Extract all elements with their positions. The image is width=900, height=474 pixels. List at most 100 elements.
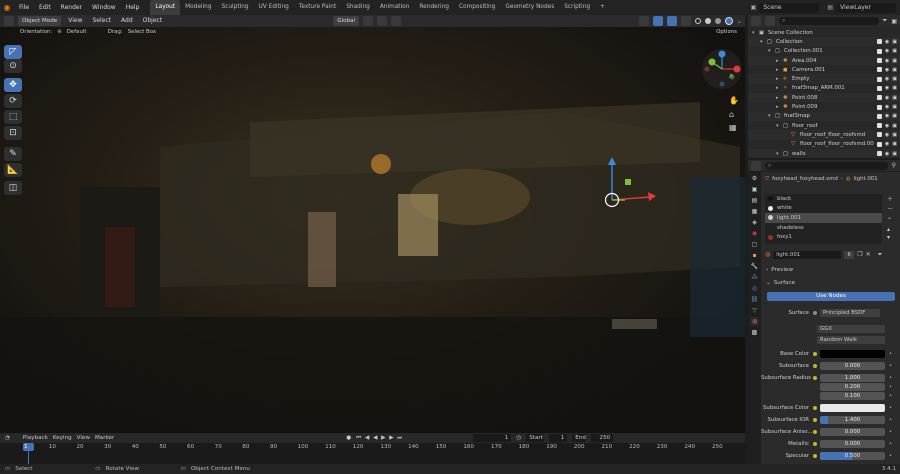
outliner-search-input[interactable]: ⌕ [779, 17, 879, 25]
view-layer-selector[interactable]: ViewLayer [836, 2, 896, 13]
outliner-item[interactable]: ▸ ◼ Camera.001 ◉ ▣ [748, 65, 900, 74]
expand-arrow-icon[interactable]: ▾ [768, 113, 775, 119]
expand-arrow-icon[interactable]: ▸ [776, 58, 783, 64]
tab-uv-editing[interactable]: UV Editing [254, 0, 294, 15]
visibility-controls[interactable]: ◉ ▣ [876, 123, 897, 129]
surface-shader-selector[interactable]: Principled BSDF [820, 308, 880, 317]
shading-rendered-icon[interactable] [724, 17, 733, 25]
outliner-item[interactable]: ▸ ✺ Area.004 ◉ ▣ [748, 55, 900, 66]
value-field[interactable]: 0.200 [820, 382, 885, 391]
expand-arrow-icon[interactable]: ▸ [776, 95, 783, 101]
exclude-checkbox[interactable] [876, 151, 882, 156]
properties-search-input[interactable]: ⌕ [765, 161, 888, 170]
xray-icon[interactable] [680, 16, 691, 26]
transform-orientation-selector[interactable]: Global [333, 16, 360, 26]
exclude-checkbox[interactable] [876, 58, 882, 64]
start-frame-field[interactable]: 1 [549, 434, 568, 442]
shading-dropdown-icon[interactable]: ⌄ [737, 18, 742, 25]
shading-solid-icon[interactable] [704, 18, 711, 24]
outliner-item[interactable]: ▾ ▢ walls ◉ ▣ [748, 148, 900, 159]
camera-render-icon[interactable]: ▣ [892, 58, 897, 64]
zoom-icon[interactable]: ⌕ [729, 71, 733, 81]
unlink-material-icon[interactable]: ✕ [866, 251, 871, 258]
tab-sculpting[interactable]: Sculpting [217, 0, 254, 15]
value-field[interactable]: 0.000 [820, 361, 885, 370]
outliner-item[interactable]: ▾ ▢ Collection.001 ◉ ▣ [748, 47, 900, 56]
material-tab-icon[interactable]: ◍ [750, 317, 759, 326]
ortho-grid-icon[interactable]: ▦ [729, 123, 737, 132]
exclude-checkbox[interactable] [876, 113, 882, 119]
outliner-item[interactable]: ▾ ▢ Collection ◉ ▣ [748, 37, 900, 47]
eye-icon[interactable]: ◉ [885, 67, 889, 73]
blender-logo-icon[interactable]: ◉ [0, 3, 14, 12]
timeline-editor-icon[interactable]: ◔ [5, 435, 10, 441]
exclude-checkbox[interactable] [876, 104, 882, 110]
eye-icon[interactable]: ◉ [885, 104, 889, 110]
editor-type-icon[interactable] [4, 16, 14, 26]
shading-material-icon[interactable] [714, 18, 721, 24]
filter-icon[interactable]: ⏷ [883, 17, 888, 25]
material-filter-icon[interactable]: ⏷ [878, 251, 883, 259]
rotate-tool[interactable]: ⟳ [4, 94, 22, 108]
eye-icon[interactable]: ◉ [885, 48, 889, 54]
slot-specials-icon[interactable]: ⌄ [887, 214, 892, 221]
expand-arrow-icon[interactable]: ▾ [752, 30, 759, 36]
exclude-checkbox[interactable] [876, 48, 882, 54]
value-field[interactable]: 0.500 [820, 451, 885, 460]
menu-help[interactable]: Help [121, 0, 145, 15]
exclude-checkbox[interactable] [876, 141, 882, 147]
visibility-controls[interactable]: ◉ ▣ [876, 104, 897, 110]
exclude-checkbox[interactable] [876, 132, 882, 138]
outliner-item[interactable]: ▸ ⟡ Empty ◉ ▣ [748, 74, 900, 84]
eye-icon[interactable]: ◉ [885, 76, 889, 82]
keyframe-dot-icon[interactable]: • [889, 393, 892, 399]
record-icon[interactable]: ● [346, 435, 351, 441]
viewport-menu-select[interactable]: Select [90, 15, 115, 27]
value-field[interactable]: 0.000 [820, 427, 885, 436]
eye-icon[interactable]: ◉ [885, 95, 889, 101]
browse-material-icon[interactable]: ◍ [765, 251, 770, 258]
outliner-editor-icon[interactable] [751, 16, 761, 26]
expand-arrow-icon[interactable]: ▸ [776, 67, 783, 73]
menu-window[interactable]: Window [87, 0, 121, 15]
camera-render-icon[interactable]: ▣ [892, 123, 897, 129]
value-field[interactable]: 1.000 [820, 373, 885, 382]
timeline-menu-view[interactable]: View [77, 435, 90, 441]
add-cube-tool[interactable]: ◫ [4, 181, 22, 195]
tab-texture-paint[interactable]: Texture Paint [294, 0, 341, 15]
tool-tab-icon[interactable]: ⚙ [750, 174, 759, 183]
viewport-menu-view[interactable]: View [65, 15, 85, 27]
visibility-icon[interactable] [638, 16, 649, 26]
visibility-controls[interactable]: ◉ ▣ [876, 48, 897, 54]
slot-move-down-icon[interactable]: ▾ [887, 234, 890, 241]
visibility-controls[interactable]: ◉ ▣ [876, 67, 897, 73]
camera-render-icon[interactable]: ▣ [892, 141, 897, 147]
current-frame-field[interactable]: 1 [473, 434, 512, 442]
expand-arrow-icon[interactable]: ▾ [768, 48, 775, 54]
value-field[interactable]: 1.400 [820, 415, 885, 424]
transform-gizmo[interactable] [598, 155, 662, 215]
world-tab-icon[interactable]: ◉ [750, 229, 759, 238]
material-slot[interactable]: light.001 [765, 213, 882, 223]
color-swatch[interactable] [820, 349, 885, 358]
camera-view-icon[interactable]: ⌂ [729, 110, 734, 119]
object-tab-icon[interactable]: ▪ [750, 251, 759, 260]
data-tab-icon[interactable]: ▽ [750, 306, 759, 315]
eye-icon[interactable]: ◉ [885, 58, 889, 64]
transform-tool[interactable]: ⊡ [4, 126, 22, 140]
spacer[interactable]: ▸ [776, 76, 783, 82]
view-layer-tab-icon[interactable]: ▦ [750, 207, 759, 216]
overlay-toggle-icon[interactable] [666, 16, 677, 26]
camera-render-icon[interactable]: ▣ [892, 95, 897, 101]
camera-render-icon[interactable]: ▣ [892, 132, 897, 138]
camera-render-icon[interactable]: ▣ [892, 104, 897, 110]
snap-icon[interactable] [377, 16, 388, 26]
visibility-controls[interactable]: ◉ ▣ [876, 132, 897, 138]
keyframe-dot-icon[interactable]: • [889, 453, 892, 459]
slot-remove-icon[interactable]: － [887, 204, 893, 213]
timeline-menu-keying[interactable]: Keying [53, 435, 72, 441]
menu-edit[interactable]: Edit [34, 0, 56, 15]
exclude-checkbox[interactable] [876, 85, 882, 91]
viewport-menu-add[interactable]: Add [118, 15, 136, 27]
playback-controls[interactable]: ⏮ ◀ ◀ ▶ ▶ ⏭ [356, 435, 403, 442]
